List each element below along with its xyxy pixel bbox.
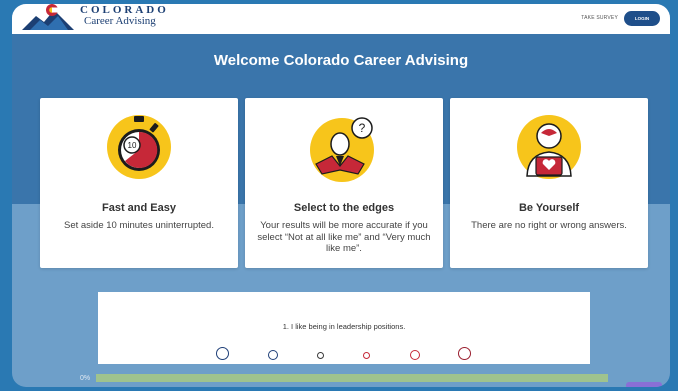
take-survey-link[interactable]: TAKE SURVEY <box>581 15 618 21</box>
option-not-at-all-like-me[interactable] <box>216 347 229 360</box>
option-very-much-like-me[interactable] <box>458 347 471 360</box>
card-fast-and-easy: 10 Fast and Easy Set aside 10 minutes un… <box>40 98 238 268</box>
question-person-icon: ? <box>310 117 374 182</box>
heart-person-icon <box>517 115 581 179</box>
progress-label: 0% <box>80 375 91 382</box>
option-5[interactable] <box>410 350 420 360</box>
card-be-yourself: Be Yourself There are no right or wrong … <box>450 98 648 268</box>
question-mark-text: ? <box>359 121 366 135</box>
stopwatch-icon: 10 <box>107 115 171 179</box>
card-description: There are no right or wrong answers. <box>471 220 627 231</box>
option-2[interactable] <box>268 350 278 360</box>
card-title: Select to the edges <box>293 202 395 214</box>
survey-question: 1. I like being in leadership positions. <box>282 322 406 331</box>
card-title: Be Yourself <box>518 202 580 214</box>
logo-subtitle: Career Advising <box>84 15 156 27</box>
card-title: Fast and Easy <box>102 202 176 214</box>
card-description: Your results will be more accurate if yo… <box>257 220 431 254</box>
progress-bar <box>96 374 608 382</box>
survey-question-panel: 1. I like being in leadership positions. <box>98 292 590 364</box>
login-button[interactable]: LOGIN <box>624 11 660 26</box>
top-navigation-bar: COLORADO Career Advising TAKE SURVEY LOG… <box>12 4 670 34</box>
corner-action-button[interactable] <box>626 382 662 387</box>
progress-section: 0% <box>12 372 670 387</box>
option-4[interactable] <box>363 352 370 359</box>
colorado-flag-icon <box>22 4 74 30</box>
card-description: Set aside 10 minutes uninterrupted. <box>64 220 214 231</box>
stopwatch-text: 10 <box>128 141 137 150</box>
option-3[interactable] <box>317 352 324 359</box>
page-title: Welcome Colorado Career Advising <box>213 52 469 69</box>
app-frame: COLORADO Career Advising TAKE SURVEY LOG… <box>12 4 670 387</box>
card-select-edges: ? Select to the edges Your results will … <box>245 98 443 268</box>
colorado-logo[interactable]: COLORADO Career Advising <box>22 4 182 34</box>
